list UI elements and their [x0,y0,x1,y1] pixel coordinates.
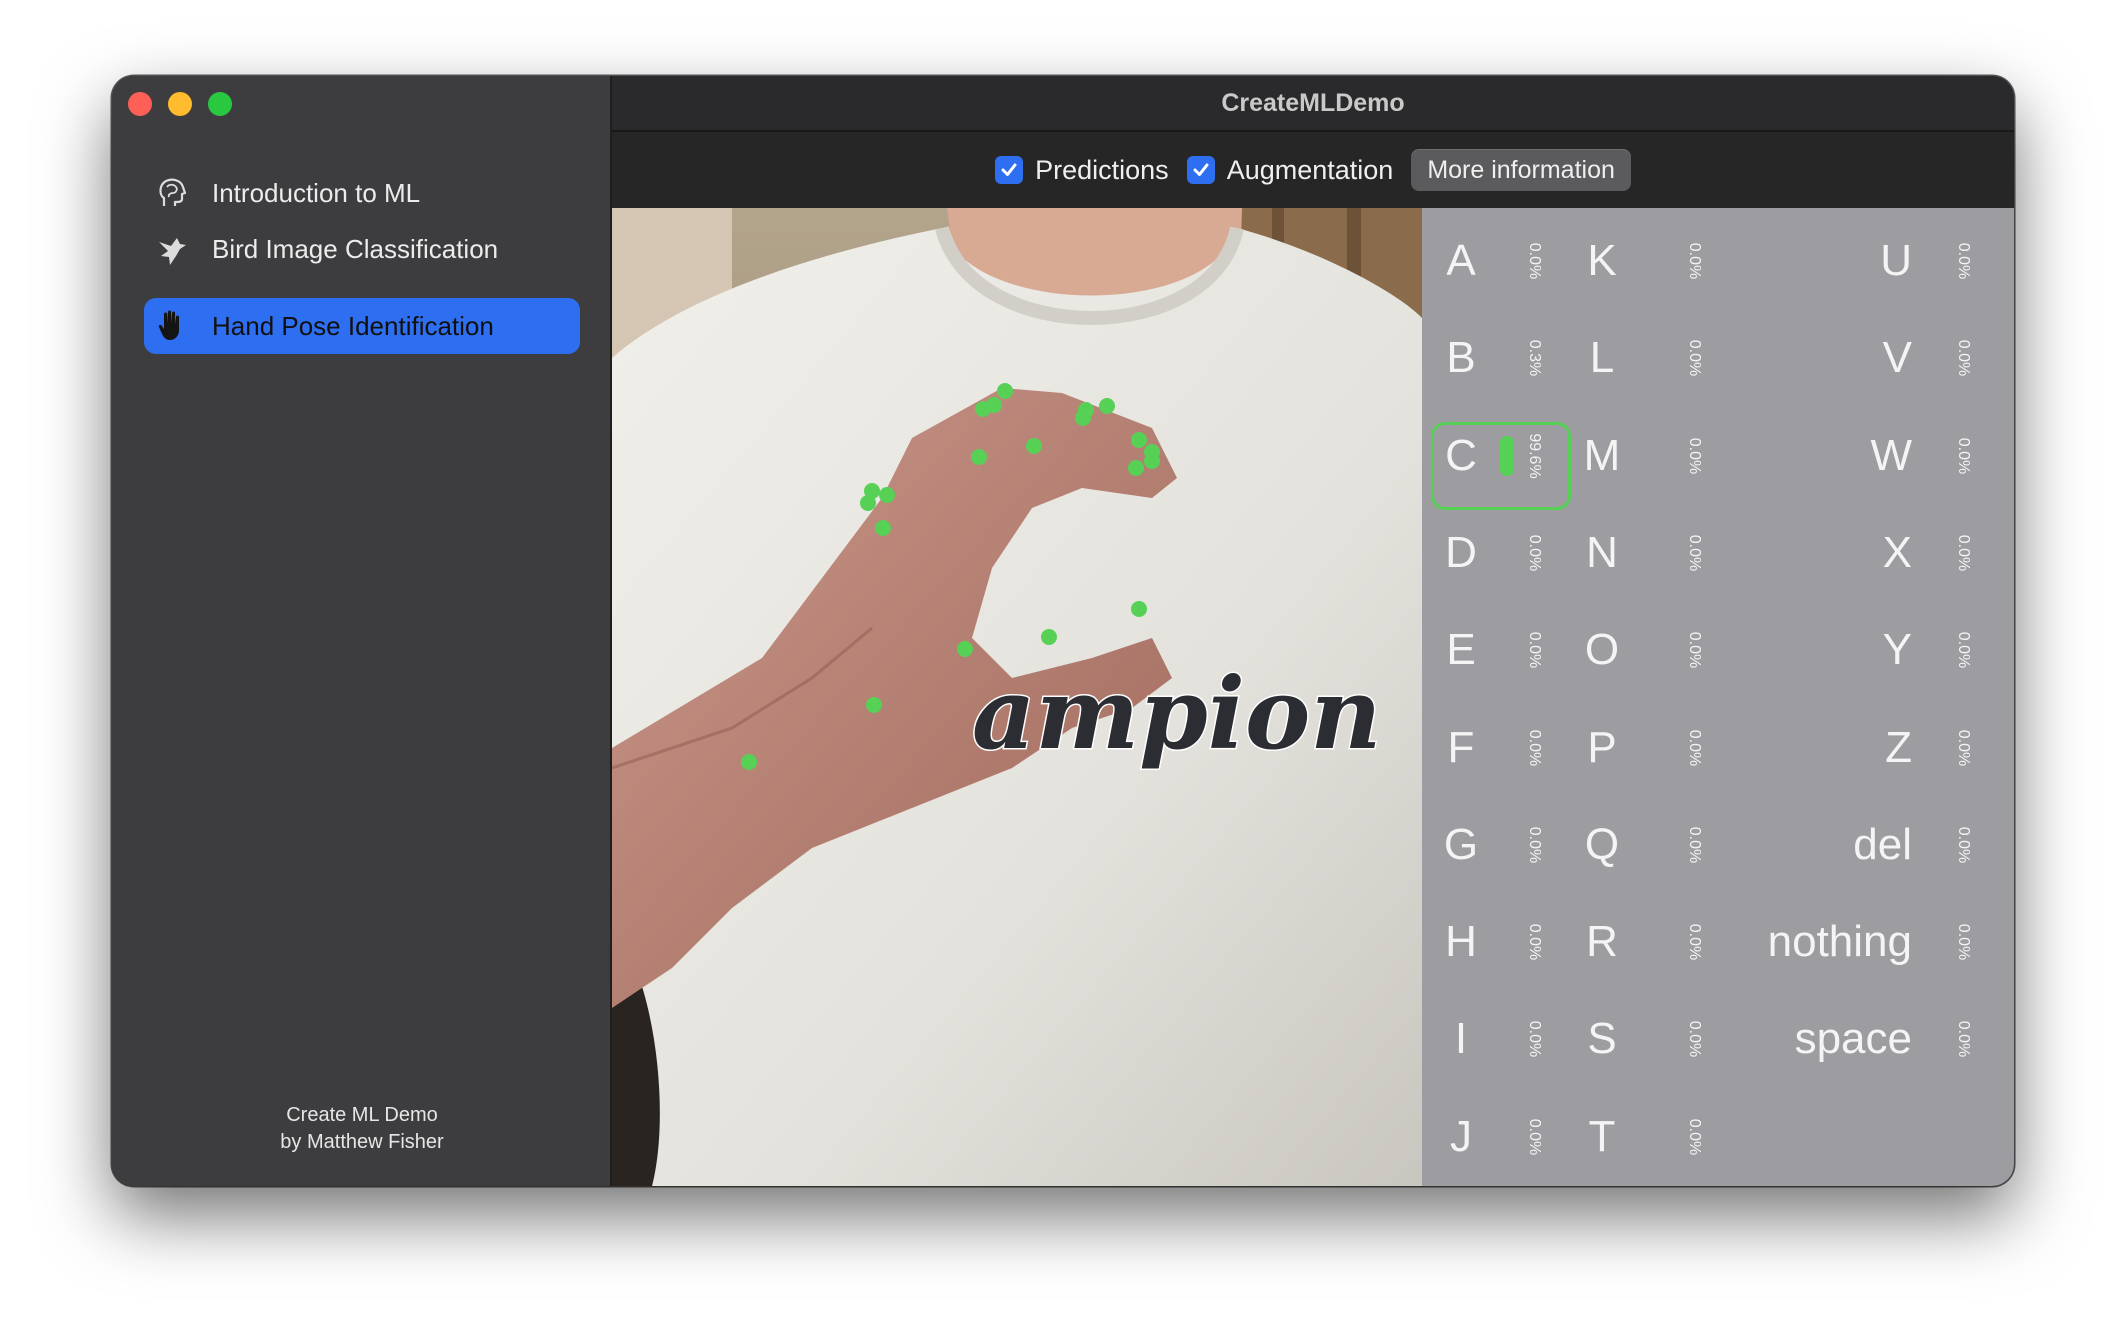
prediction-label: E [1446,625,1476,675]
prediction-percentage: 0.0% [1686,631,1703,669]
prediction-percentage: 0.0% [1955,340,1972,377]
sidebar-item-hand-pose[interactable]: Hand Pose Identification [144,298,580,354]
prediction-label: F [1447,722,1475,772]
prediction-label: I [1454,1014,1468,1064]
predictions-label: Predictions [1035,154,1169,185]
augmentation-label: Augmentation [1226,154,1394,185]
camera-image: ampion [612,208,1422,1186]
prediction-label: del [1853,819,1912,869]
prediction-percentage: 0.0% [1686,729,1703,766]
prediction-label: H [1445,917,1477,967]
checkmark-icon [1001,163,1017,176]
augmentation-checkbox[interactable] [1186,156,1215,184]
sidebar-item-introduction[interactable]: Introduction to ML [144,165,580,221]
shirt-logo-text: ampion [972,657,1382,772]
predictions-checkbox[interactable] [995,156,1024,184]
prediction-percentage: 0.0% [1955,1021,1972,1058]
prediction-label: nothing [1767,917,1912,967]
prediction-label: J [1450,1111,1472,1161]
footer-app-name: Create ML Demo [286,1104,438,1126]
predictions-toggle[interactable]: Predictions [995,155,1169,186]
prediction-percentage: 0.0% [1955,242,1972,280]
prediction-percentage: 0.0% [1686,340,1703,377]
prediction-grid: A 0.0% B 0.3% C 99.6% D 0.0% E 0.0% F 0.0% G 0.0% H 0.0… [1422,208,2014,1186]
toolbar: Predictions Augmentation More informatio… [612,132,2014,208]
prediction-label: P [1587,722,1617,772]
sidebar-item-bird-classification[interactable]: Bird Image Classification [144,221,580,277]
prediction-label: Y [1882,625,1912,675]
prediction-percentage: 0.0% [1686,1118,1703,1155]
sidebar-item-label: Bird Image Classification [212,233,499,264]
prediction-percentage: 0.0% [1955,826,1972,864]
sidebar-item-label: Hand Pose Identification [212,310,494,341]
prediction-percentage: 0.0% [1955,534,1972,572]
prediction-percentage: 0.0% [1526,242,1543,280]
brain-head-icon [154,175,190,211]
prediction-label: M [1583,430,1621,480]
prediction-percentage: 0.0% [1686,534,1703,572]
title-bar: CreateMLDemo [612,76,2014,132]
prediction-label: R [1586,917,1618,967]
prediction-label: T [1588,1111,1616,1161]
prediction-label: B [1446,333,1476,383]
prediction-label: N [1586,527,1618,577]
prediction-label: Z [1885,722,1912,772]
sidebar-footer: Create ML Demo by Matthew Fisher [112,1102,612,1156]
sidebar: Introduction to ML Bird Image Classifica… [112,76,612,1186]
camera-feed: ampion [612,208,1422,1186]
prediction-percentage: 0.0% [1955,631,1972,669]
prediction-percentage: 0.0% [1526,1118,1543,1155]
prediction-label: X [1882,527,1912,577]
prediction-percentage: 0.0% [1686,242,1703,280]
prediction-percentage: 0.0% [1526,729,1543,766]
prediction-label: S [1587,1014,1617,1064]
prediction-percentage: 0.0% [1955,923,1972,961]
prediction-percentage: 0.0% [1686,437,1703,474]
top-prediction-highlight [1431,421,1571,510]
prediction-percentage: 0.0% [1526,631,1543,669]
prediction-label: L [1589,333,1615,383]
prediction-percentage: 0.0% [1955,729,1972,766]
zoom-window-button[interactable] [208,92,232,116]
footer-author: by Matthew Fisher [280,1131,444,1153]
prediction-label: V [1882,333,1912,383]
prediction-percentage: 0.0% [1686,1021,1703,1058]
more-information-button[interactable]: More information [1411,149,1631,191]
close-window-button[interactable] [128,92,152,116]
prediction-label: space [1794,1014,1912,1064]
prediction-label: U [1880,236,1912,285]
prediction-label: W [1870,430,1912,480]
prediction-percentage: 0.0% [1955,437,1972,474]
prediction-percentage: 0.3% [1526,340,1543,377]
bird-icon [154,231,190,267]
prediction-percentage: 0.0% [1526,923,1543,961]
prediction-percentage: 0.0% [1686,826,1703,864]
prediction-percentage: 0.0% [1686,923,1703,961]
prediction-label: G [1443,819,1479,869]
prediction-label: K [1587,236,1617,285]
prediction-percentage: 0.0% [1526,1021,1543,1058]
minimize-window-button[interactable] [168,92,192,116]
prediction-label: A [1446,236,1476,285]
hand-icon [154,308,190,344]
augmentation-toggle[interactable]: Augmentation [1186,154,1394,186]
window-title: CreateMLDemo [1221,88,1405,117]
prediction-percentage: 0.0% [1526,534,1543,572]
prediction-label: D [1445,527,1477,577]
prediction-label: Q [1584,819,1620,869]
prediction-percentage: 0.0% [1526,826,1543,864]
app-window: Introduction to ML Bird Image Classifica… [112,76,2014,1186]
sidebar-item-label: Introduction to ML [212,177,421,208]
prediction-label: O [1584,625,1620,675]
checkmark-icon [1193,163,1209,176]
